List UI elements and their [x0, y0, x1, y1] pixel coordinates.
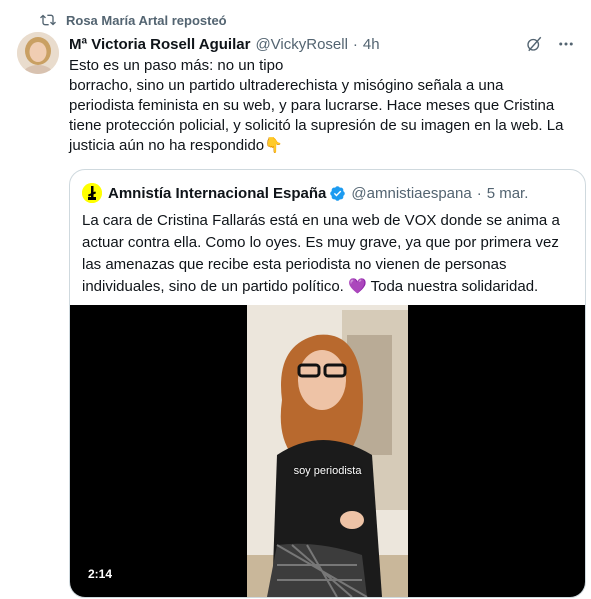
author-avatar[interactable]: [17, 32, 59, 74]
video-player[interactable]: soy periodista 2:14: [70, 305, 585, 597]
tweet-actions: [525, 35, 575, 53]
repost-label[interactable]: Rosa María Artal reposteó: [66, 13, 227, 28]
quote-text: La cara de Cristina Fallarás está en una…: [82, 210, 577, 298]
more-options-icon[interactable]: [557, 35, 575, 53]
author-name[interactable]: Mª Victoria Rosell Aguilar: [69, 36, 250, 53]
quote-date[interactable]: 5 mar.: [487, 185, 529, 202]
tweet-time[interactable]: 4h: [363, 36, 380, 53]
quote-author-handle[interactable]: @amnistiaespana: [351, 185, 471, 202]
quoted-tweet[interactable]: Amnistía Internacional España @amnistiae…: [69, 169, 586, 598]
tweet-text: Esto es un paso más: no un tipo borracho…: [69, 56, 579, 156]
grok-icon[interactable]: [525, 35, 543, 53]
amnesty-logo-icon: [82, 183, 102, 203]
quote-author-name[interactable]: Amnistía Internacional España: [108, 185, 326, 202]
repost-line: Rosa María Artal reposteó: [40, 10, 227, 30]
quote-separator-dot: ·: [476, 184, 482, 202]
author-handle[interactable]: @VickyRosell: [255, 36, 347, 53]
verified-badge-icon: [330, 185, 346, 201]
purple-heart-icon: 💜: [348, 278, 367, 295]
video-duration: 2:14: [88, 567, 113, 581]
separator-dot: ·: [352, 35, 358, 53]
tweet-card[interactable]: Rosa María Artal reposteó Mª Victoria Ro…: [0, 0, 591, 599]
repost-icon: [40, 14, 56, 26]
quote-text-end: Toda nuestra solidaridad.: [366, 278, 539, 295]
video-frame: soy periodista: [247, 305, 408, 597]
pointing-down-hand-icon: 👇: [264, 137, 283, 154]
tweet-text-content: Esto es un paso más: no un tipo borracho…: [69, 57, 564, 154]
quote-header: Amnistía Internacional España @amnistiae…: [82, 182, 573, 204]
video-caption: soy periodista: [293, 465, 362, 477]
avatar-photo: [17, 32, 59, 74]
tweet-header: Mª Victoria Rosell Aguilar @VickyRosell …: [69, 34, 575, 54]
video-thumbnail: [247, 305, 408, 597]
